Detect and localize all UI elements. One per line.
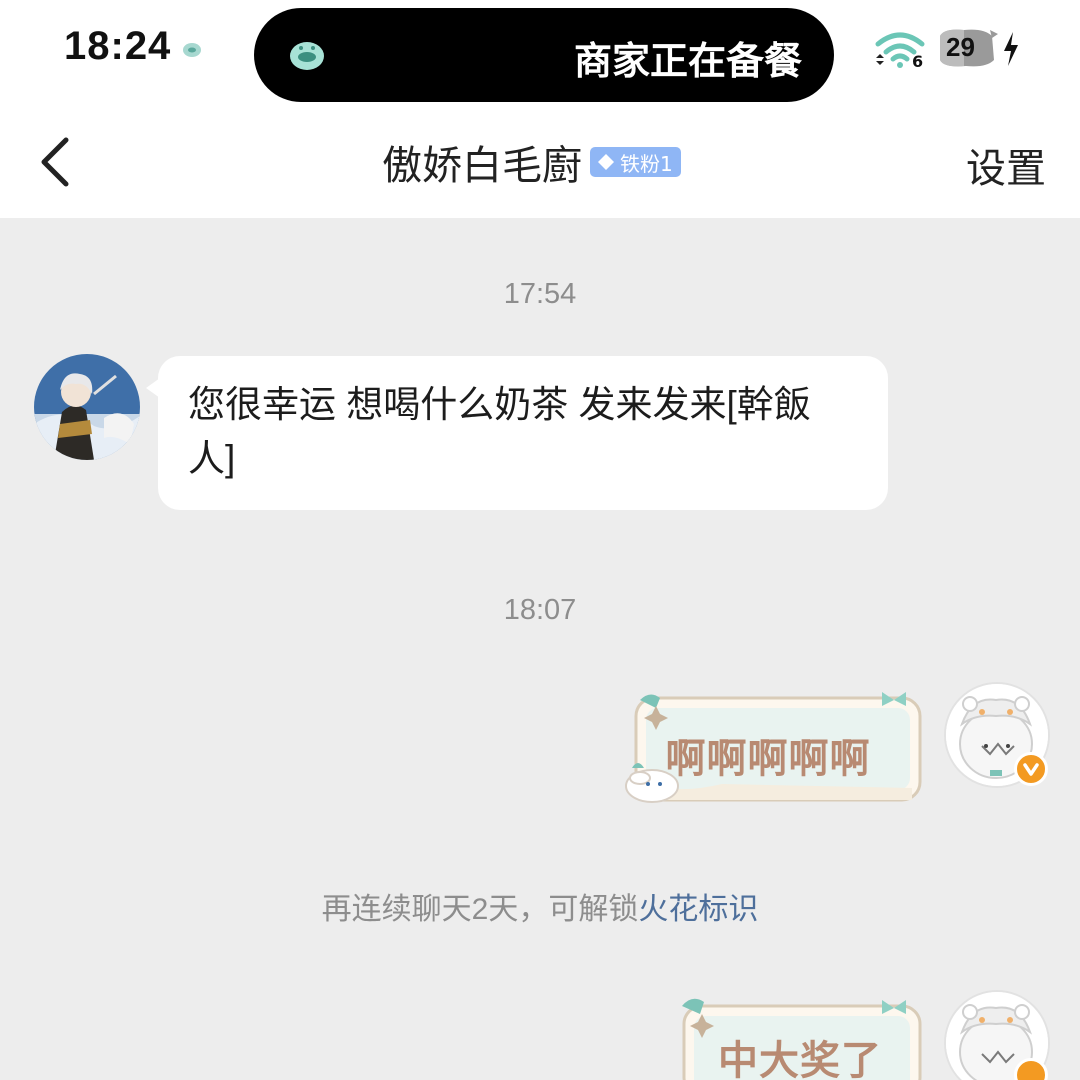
wifi-label: 6 — [912, 52, 924, 71]
status-time: 18:24 — [64, 24, 172, 68]
battery-level: 29 — [946, 32, 975, 62]
island-status-text: 商家正在备餐 — [573, 41, 802, 83]
incoming-message-bubble[interactable]: 您很幸运 想喝什么奶茶 发来发来[幹飯人] — [146, 356, 888, 510]
chat-header: 傲娇白毛廚 铁粉1 设置 — [0, 110, 1080, 218]
message-timestamp: 17:54 — [503, 278, 577, 310]
status-bar: 18:24 商家正在备餐 6 29 — [0, 0, 1080, 110]
outgoing-message-text: 中大奖了 — [718, 1039, 882, 1080]
charging-icon — [1004, 32, 1018, 66]
incoming-message-text: 您很幸运 想喝什么奶茶 发来发来[幹飯人] — [188, 384, 811, 479]
dynamic-island[interactable]: 商家正在备餐 — [254, 8, 834, 102]
spark-unlock-tip: 再连续聊天2天，可解锁火花标识 — [0, 884, 1080, 928]
diamond-icon — [598, 154, 614, 170]
spark-badge-link[interactable]: 火花标识 — [638, 893, 758, 926]
tip-text: 再连续聊天2天，可解锁 — [321, 893, 639, 926]
contact-avatar[interactable] — [34, 354, 140, 460]
chat-title-group[interactable]: 傲娇白毛廚 铁粉1 — [382, 136, 681, 188]
chat-title: 傲娇白毛廚 — [382, 144, 582, 188]
fan-level-label: 铁粉1 — [620, 151, 673, 176]
contact-avatar-image — [34, 354, 140, 460]
outgoing-message-bubble[interactable]: 中大奖了 — [676, 992, 924, 1080]
outgoing-message-text: 啊啊啊啊啊 — [665, 737, 871, 781]
chevron-left-icon[interactable] — [30, 132, 80, 192]
outgoing-message-bubble[interactable]: 啊啊啊啊啊 — [612, 684, 924, 808]
settings-button[interactable]: 设置 — [966, 136, 1046, 194]
message-timestamp: 18:07 — [503, 594, 577, 626]
app-notification-icon — [183, 43, 201, 57]
delivery-app-icon — [290, 42, 324, 70]
fan-level-badge: 铁粉1 — [590, 147, 681, 177]
verified-icon — [1014, 752, 1048, 786]
